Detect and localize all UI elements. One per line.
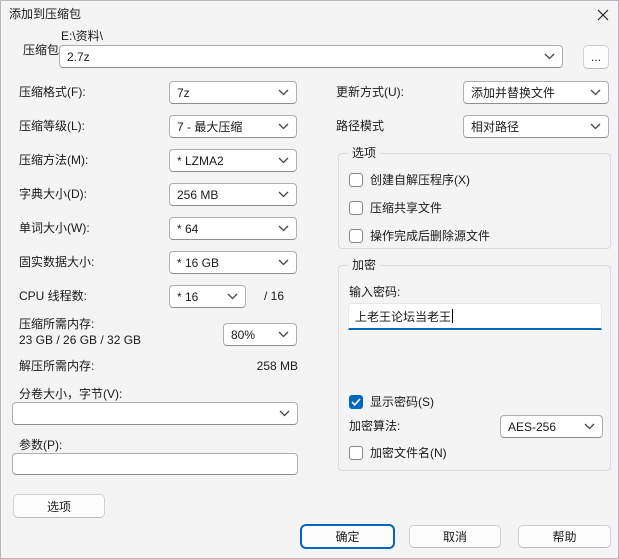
- chevron-down-icon: [590, 89, 601, 96]
- compress-shared-checkbox[interactable]: [349, 200, 363, 215]
- encryption-group-title: 加密: [348, 258, 381, 272]
- chevron-down-icon: [590, 123, 601, 130]
- dictionary-size-dropdown[interactable]: 256 MB: [169, 183, 297, 206]
- path-mode-value: 相对路径: [471, 120, 520, 134]
- decompress-memory-label: 解压所需内存:: [19, 359, 95, 373]
- word-size-dropdown[interactable]: * 64: [169, 217, 297, 240]
- format-dropdown[interactable]: 7z: [169, 81, 297, 104]
- update-mode-value: 添加并替换文件: [471, 86, 556, 100]
- ok-button-label: 确定: [335, 530, 360, 544]
- archive-directory: E:\资料\: [61, 29, 104, 43]
- chevron-down-icon: [278, 331, 289, 338]
- path-mode-label: 路径模式: [336, 119, 385, 133]
- close-button[interactable]: [589, 3, 617, 29]
- password-value: 上老王论坛当老王: [355, 309, 452, 324]
- word-size-label: 单词大小(W):: [19, 221, 90, 235]
- text-caret: [452, 309, 454, 323]
- encrypt-filenames-checkbox[interactable]: [349, 445, 363, 460]
- encrypt-filenames-checkbox-row[interactable]: 加密文件名(N): [349, 444, 447, 461]
- window-title: 添加到压缩包: [9, 7, 82, 21]
- password-input[interactable]: 上老王论坛当老王: [348, 303, 602, 330]
- encryption-method-value: AES-256: [508, 419, 557, 434]
- add-to-archive-dialog: 添加到压缩包 压缩包(A) E:\资料\ 2.7z ... 压缩格式(F): 7…: [0, 0, 619, 559]
- cpu-threads-dropdown[interactable]: * 16: [169, 285, 246, 308]
- chevron-down-icon: [227, 293, 238, 300]
- memory-percent-value: 80%: [231, 327, 256, 342]
- word-size-value: * 64: [177, 221, 199, 236]
- solid-block-size-dropdown[interactable]: * 16 GB: [169, 251, 297, 274]
- cpu-threads-label: CPU 线程数:: [19, 289, 88, 303]
- cpu-threads-value: * 16: [177, 289, 199, 304]
- level-dropdown[interactable]: 7 - 最大压缩: [169, 115, 297, 138]
- browse-button-label: ...: [590, 50, 601, 64]
- chevron-down-icon: [544, 53, 555, 60]
- chevron-down-icon: [278, 157, 289, 164]
- format-value: 7z: [177, 85, 190, 100]
- encrypt-filenames-label: 加密文件名(N): [370, 446, 447, 460]
- encryption-method-dropdown[interactable]: AES-256: [500, 415, 603, 438]
- archive-name-value: 2.7z: [67, 49, 90, 64]
- chevron-down-icon: [278, 123, 289, 130]
- solid-block-size-label: 固实数据大小:: [19, 255, 95, 269]
- split-volume-label: 分卷大小，字节(V):: [19, 387, 123, 401]
- chevron-down-icon: [584, 423, 595, 430]
- chevron-down-icon: [278, 259, 289, 266]
- chevron-down-icon: [279, 410, 290, 417]
- method-dropdown[interactable]: * LZMA2: [169, 149, 297, 172]
- show-password-label: 显示密码(S): [370, 395, 434, 409]
- delete-after-checkbox[interactable]: [349, 228, 363, 243]
- encryption-group: 加密 输入密码: 上老王论坛当老王 显示密码(S) 加密算法: AES-256 …: [338, 258, 611, 471]
- options-group-title: 选项: [348, 146, 381, 160]
- encryption-method-label: 加密算法:: [349, 419, 401, 433]
- delete-after-checkbox-row[interactable]: 操作完成后删除源文件: [349, 227, 490, 244]
- options-button-label: 选项: [46, 499, 71, 514]
- create-sfx-label: 创建自解压程序(X): [370, 173, 470, 187]
- memory-percent-dropdown[interactable]: 80%: [223, 323, 297, 346]
- dictionary-size-value: 256 MB: [177, 187, 219, 202]
- help-button-label: 帮助: [552, 530, 577, 544]
- cancel-button[interactable]: 取消: [409, 525, 501, 548]
- decompress-memory-value: 258 MB: [256, 359, 298, 373]
- parameters-input[interactable]: [12, 453, 298, 475]
- update-mode-dropdown[interactable]: 添加并替换文件: [463, 81, 609, 104]
- split-volume-combobox[interactable]: [12, 402, 298, 425]
- format-label: 压缩格式(F):: [19, 85, 86, 99]
- show-password-checkbox[interactable]: [349, 394, 363, 409]
- parameters-label: 参数(P):: [19, 438, 63, 452]
- dictionary-size-label: 字典大小(D):: [19, 187, 87, 201]
- close-icon: [597, 9, 609, 24]
- delete-after-label: 操作完成后删除源文件: [370, 229, 491, 243]
- method-value: * LZMA2: [177, 153, 224, 168]
- chevron-down-icon: [278, 89, 289, 96]
- archive-name-combobox[interactable]: 2.7z: [59, 45, 563, 68]
- cpu-threads-max: / 16: [264, 289, 285, 303]
- help-button[interactable]: 帮助: [518, 525, 611, 548]
- compress-shared-checkbox-row[interactable]: 压缩共享文件: [349, 199, 442, 216]
- update-mode-label: 更新方式(U):: [336, 85, 404, 99]
- method-label: 压缩方法(M):: [19, 153, 89, 167]
- level-value: 7 - 最大压缩: [177, 120, 243, 134]
- compress-shared-label: 压缩共享文件: [370, 201, 443, 215]
- level-label: 压缩等级(L):: [19, 119, 86, 133]
- chevron-down-icon: [278, 225, 289, 232]
- create-sfx-checkbox-row[interactable]: 创建自解压程序(X): [349, 171, 470, 188]
- chevron-down-icon: [278, 191, 289, 198]
- cancel-button-label: 取消: [442, 530, 467, 544]
- solid-block-size-value: * 16 GB: [177, 255, 220, 270]
- browse-button[interactable]: ...: [583, 45, 609, 69]
- compress-memory-detail: 23 GB / 26 GB / 32 GB: [19, 333, 142, 347]
- compress-memory-label: 压缩所需内存:: [19, 317, 95, 331]
- show-password-checkbox-row[interactable]: 显示密码(S): [349, 393, 434, 410]
- enter-password-label: 输入密码:: [349, 285, 401, 299]
- options-group: 选项 创建自解压程序(X) 压缩共享文件 操作完成后删除源文件: [338, 146, 611, 249]
- path-mode-dropdown[interactable]: 相对路径: [463, 115, 609, 138]
- ok-button[interactable]: 确定: [301, 525, 394, 548]
- create-sfx-checkbox[interactable]: [349, 172, 363, 187]
- options-button[interactable]: 选项: [13, 494, 105, 518]
